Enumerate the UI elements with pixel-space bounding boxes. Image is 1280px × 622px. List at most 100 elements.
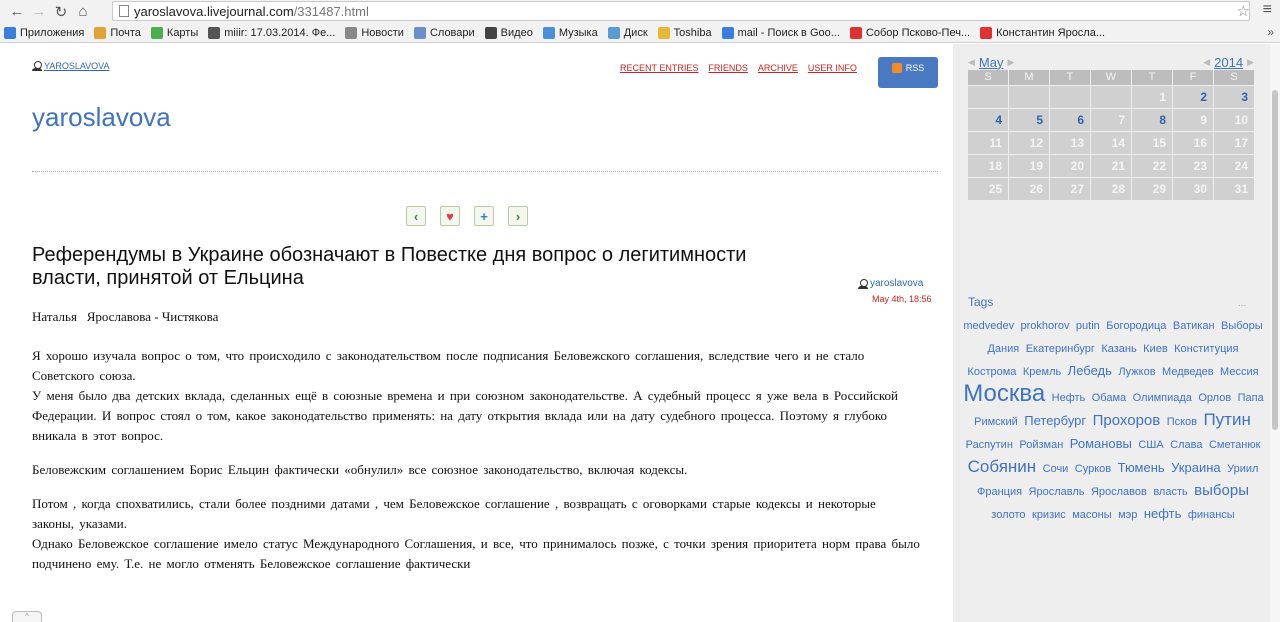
calendar-day[interactable]: 6 [1050, 109, 1090, 131]
post-user-link[interactable]: yaroslavova [858, 278, 923, 289]
tag-link[interactable]: Нефть [1052, 392, 1086, 404]
heart-icon[interactable]: ♥ [440, 206, 460, 226]
next-year-icon[interactable]: ▶ [1247, 57, 1254, 68]
rss-button[interactable]: RSS [878, 57, 938, 88]
bookmark-item[interactable]: Музыка [542, 26, 598, 39]
scroll-top-tab[interactable]: ^ [12, 611, 42, 622]
reload-icon[interactable]: ↻ [50, 1, 72, 23]
tag-link[interactable]: Украина [1171, 460, 1221, 475]
previous-entry-icon[interactable]: ‹ [406, 206, 426, 226]
calendar-day[interactable]: 5 [1009, 109, 1049, 131]
tag-link[interactable]: нефть [1144, 506, 1182, 521]
tag-link[interactable]: кризис [1032, 509, 1066, 521]
calendar-day[interactable]: 2 [1173, 86, 1213, 108]
tag-link[interactable]: Собянин [968, 457, 1037, 476]
tag-link[interactable]: putin [1076, 320, 1100, 332]
scrollbar[interactable] [1270, 44, 1280, 622]
forward-icon[interactable]: → [28, 1, 50, 23]
tag-link[interactable]: Медведев [1162, 366, 1214, 378]
tag-link[interactable]: Выборы [1221, 320, 1263, 332]
tag-link[interactable]: Ярославов [1091, 486, 1147, 498]
bookmark-item[interactable]: Собор Псково-Печ... [849, 26, 970, 39]
tag-link[interactable]: Мессия [1220, 366, 1259, 378]
tag-link[interactable]: Сметанюк [1209, 439, 1260, 451]
scrollbar-thumb[interactable] [1272, 90, 1278, 430]
tags-more[interactable]: ... [1238, 298, 1246, 309]
tag-link[interactable]: Романовы [1070, 436, 1132, 451]
bookmark-item[interactable]: Карты [150, 26, 198, 39]
menu-icon[interactable]: ≡ [1263, 1, 1272, 19]
bookmark-item[interactable]: Приложения [4, 26, 84, 39]
calendar-month-link[interactable]: May [979, 55, 1004, 70]
tag-link[interactable]: масоны [1072, 509, 1111, 521]
next-entry-icon[interactable]: › [508, 206, 528, 226]
tag-link[interactable]: Обама [1092, 392, 1126, 404]
nav-recent-entries[interactable]: RECENT ENTRIES [620, 63, 698, 73]
bookmark-item[interactable]: miiir: 17.03.2014. Фе... [208, 26, 335, 39]
tag-link[interactable]: Дания [987, 343, 1019, 355]
add-memory-icon[interactable]: + [474, 206, 494, 226]
bookmark-item[interactable]: Почта [94, 26, 141, 39]
tag-link[interactable]: выборы [1194, 482, 1249, 499]
tag-link[interactable]: Псков [1167, 416, 1197, 428]
tag-link[interactable]: Ройзман [1019, 439, 1063, 451]
calendar-day[interactable]: 4 [968, 109, 1008, 131]
tag-link[interactable]: Петербург [1024, 413, 1086, 428]
calendar-day[interactable]: 8 [1132, 109, 1172, 131]
tag-link[interactable]: Богородица [1106, 320, 1166, 332]
tag-link[interactable]: золото [991, 509, 1025, 521]
tag-link[interactable]: Орлов [1198, 392, 1231, 404]
tag-link[interactable]: Тюмень [1118, 460, 1165, 475]
nav-user-info[interactable]: USER INFO [808, 63, 857, 73]
nav-friends[interactable]: FRIENDS [708, 63, 748, 73]
tag-link[interactable]: Сурков [1075, 463, 1111, 475]
tag-link[interactable]: Уриил [1227, 463, 1258, 475]
tag-link[interactable]: Киев [1143, 343, 1168, 355]
prev-year-icon[interactable]: ◀ [1203, 57, 1210, 68]
blog-title[interactable]: yaroslavova [32, 102, 171, 133]
tag-link[interactable]: США [1138, 439, 1163, 451]
next-month-icon[interactable]: ▶ [1007, 57, 1014, 68]
tag-link[interactable]: Конституция [1174, 343, 1238, 355]
bookmark-item[interactable]: mail - Поиск в Goo... [721, 26, 840, 39]
prev-month-icon[interactable]: ◀ [968, 57, 975, 68]
calendar-year-link[interactable]: 2014 [1214, 55, 1243, 70]
tag-link[interactable]: Ярославль [1029, 486, 1085, 498]
tag-link[interactable]: Лужков [1118, 366, 1155, 378]
bookmarks-more-icon[interactable]: » [1267, 25, 1274, 39]
tag-link[interactable]: власть [1153, 486, 1187, 498]
address-bar[interactable]: yaroslavova.livejournal.com/331487.html [112, 1, 1250, 21]
bookmark-item[interactable]: Новости [345, 26, 404, 39]
calendar-day[interactable]: 3 [1214, 86, 1254, 108]
tag-link[interactable]: Казань [1101, 343, 1136, 355]
header-username-link[interactable]: YAROSLAVOVA [32, 61, 110, 71]
bookmark-item[interactable]: Словари [413, 26, 475, 39]
calendar-day: 15 [1132, 132, 1172, 154]
tag-link[interactable]: Лебедь [1068, 363, 1112, 378]
tag-link[interactable]: Слава [1170, 439, 1202, 451]
back-icon[interactable]: ← [6, 1, 28, 23]
bookmark-item[interactable]: Видео [484, 26, 533, 39]
bookmark-item[interactable]: Константин Яросла... [980, 26, 1105, 39]
tag-link[interactable]: prokhorov [1021, 320, 1070, 332]
tag-link[interactable]: Распутин [966, 439, 1013, 451]
tag-link[interactable]: Франция [977, 486, 1022, 498]
tag-link[interactable]: Кострома [967, 366, 1016, 378]
home-icon[interactable]: ⌂ [72, 1, 94, 23]
tag-link[interactable]: Москва [963, 380, 1045, 407]
tag-link[interactable]: Ватикан [1173, 320, 1215, 332]
tag-link[interactable]: Екатеринбург [1026, 343, 1095, 355]
bookmark-item[interactable]: Диск [607, 26, 648, 39]
disk-icon [607, 26, 620, 39]
tag-link[interactable]: Сочи [1043, 463, 1069, 475]
tag-link[interactable]: medvedev [963, 320, 1014, 332]
bookmark-item[interactable]: Toshiba [657, 26, 712, 39]
tag-link[interactable]: мэр [1118, 509, 1137, 521]
bookmark-star-icon[interactable]: ☆ [1237, 2, 1250, 20]
tag-link[interactable]: финансы [1188, 509, 1235, 521]
tag-link[interactable]: Олимпиада [1133, 392, 1192, 404]
nav-archive[interactable]: ARCHIVE [758, 63, 798, 73]
tag-link[interactable]: Кремль [1023, 366, 1061, 378]
tag-link[interactable]: Путин [1203, 410, 1250, 429]
tag-link[interactable]: Прохоров [1093, 412, 1161, 429]
